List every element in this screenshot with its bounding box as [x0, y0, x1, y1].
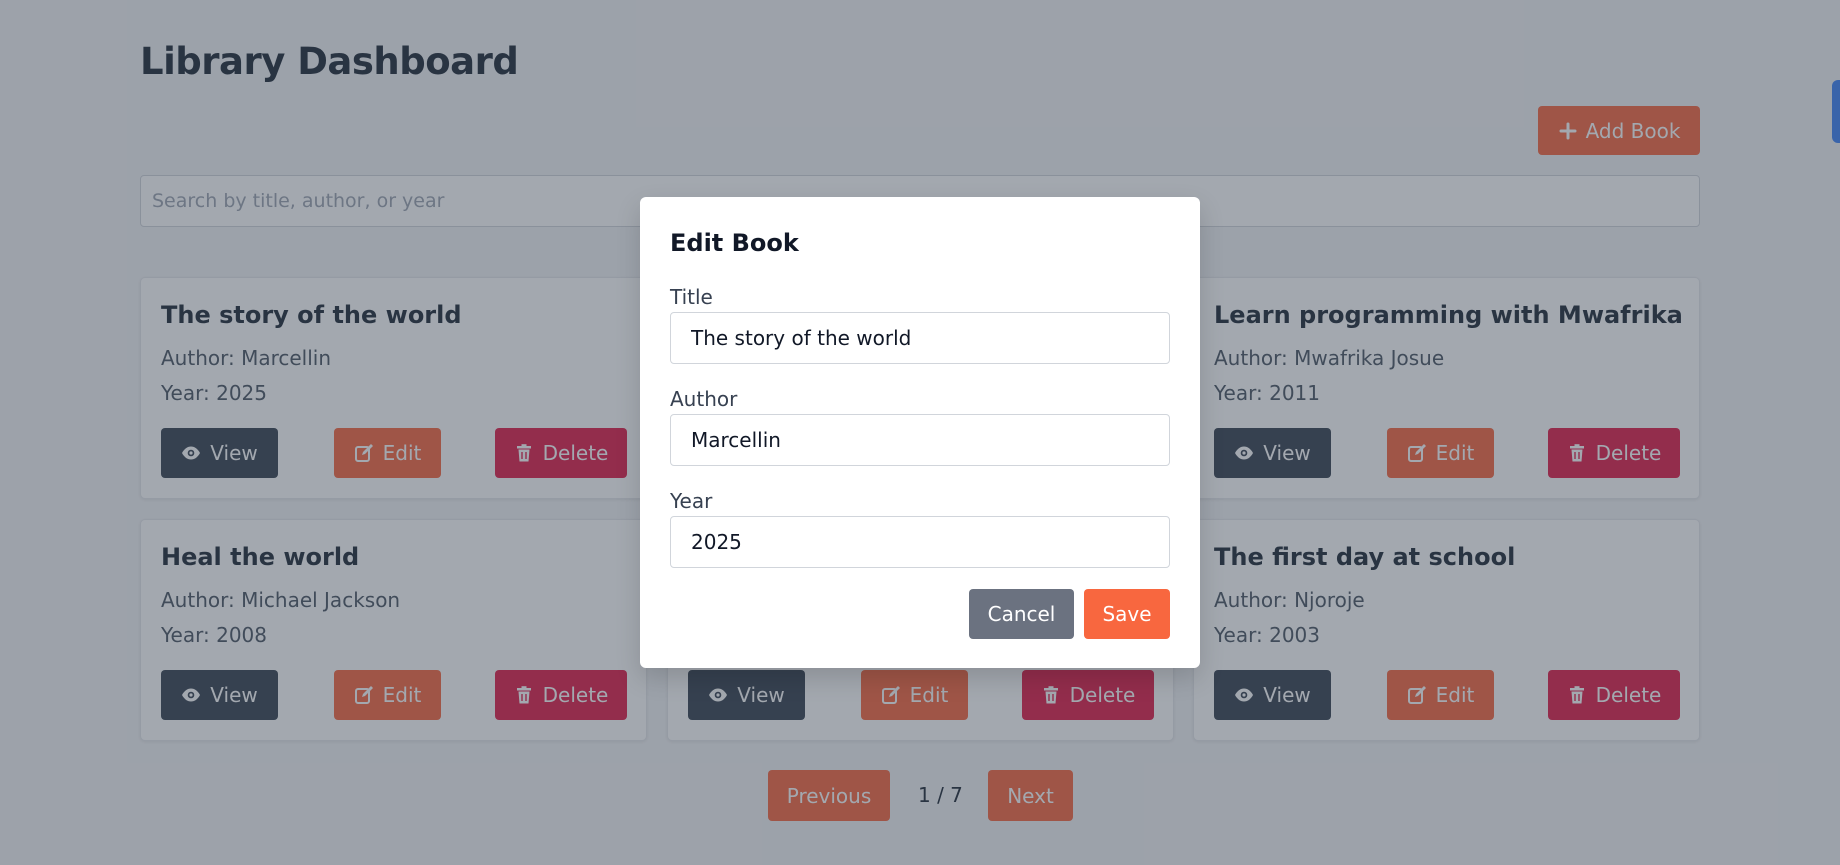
cancel-button[interactable]: Cancel	[969, 589, 1074, 639]
author-label: Author	[670, 387, 738, 411]
title-label: Title	[670, 285, 713, 309]
year-label: Year	[670, 489, 713, 513]
edit-book-modal: Edit Book Title Author Year Cancel Save	[640, 197, 1200, 668]
year-input[interactable]	[670, 516, 1170, 568]
title-input[interactable]	[670, 312, 1170, 364]
author-input[interactable]	[670, 414, 1170, 466]
save-button[interactable]: Save	[1084, 589, 1170, 639]
modal-title: Edit Book	[670, 229, 799, 257]
